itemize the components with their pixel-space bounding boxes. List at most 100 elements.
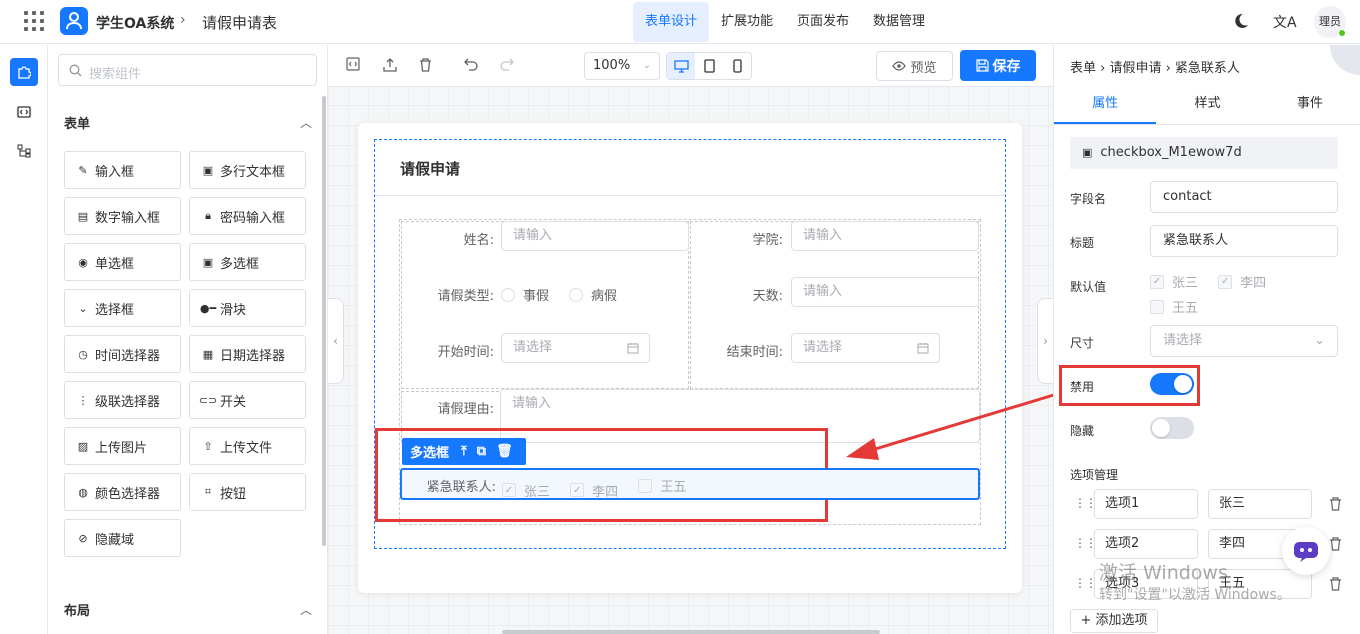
trash-icon[interactable] xyxy=(418,57,433,73)
check-icon: ✓ xyxy=(502,483,516,497)
switch-knob xyxy=(1152,419,1170,437)
checkbox-icon: ▣ xyxy=(202,255,214,269)
app-grid-icon[interactable] xyxy=(24,11,44,31)
component-search-input[interactable]: 搜索组件 xyxy=(58,54,317,86)
drag-handle-icon[interactable]: ⋮⋮ xyxy=(1074,536,1097,550)
tablet-view-button[interactable] xyxy=(695,53,723,79)
section-title-form[interactable]: 表单 xyxy=(64,113,90,132)
leave-type-label: 请假类型: xyxy=(437,289,494,304)
end-date-picker[interactable]: 请选择 xyxy=(791,333,940,363)
tab-styles[interactable]: 样式 xyxy=(1156,89,1258,124)
option-key-input[interactable]: 选项1 xyxy=(1094,489,1198,519)
contact-option-lisi[interactable]: ✓ 李四 xyxy=(570,481,618,500)
option-label: 张三 xyxy=(1172,276,1199,291)
nav-extensions[interactable]: 扩展功能 xyxy=(709,2,785,42)
component-time-picker[interactable]: ◷ 时间选择器 xyxy=(64,335,181,373)
drag-handle-icon[interactable]: ⋮⋮ xyxy=(1074,576,1097,590)
delete-option-icon[interactable] xyxy=(1329,497,1342,511)
search-icon xyxy=(69,64,82,77)
nav-publish[interactable]: 页面发布 xyxy=(785,2,861,42)
desktop-view-button[interactable] xyxy=(667,53,695,79)
contact-option-wangwu[interactable]: 王五 xyxy=(638,476,686,495)
canvas-horizontal-scrollbar[interactable] xyxy=(502,630,880,634)
device-switcher xyxy=(666,52,752,80)
zoom-select[interactable]: 100% ⌄ xyxy=(584,52,660,80)
nav-data-management[interactable]: 数据管理 xyxy=(861,2,937,42)
dark-mode-icon[interactable] xyxy=(1233,13,1249,33)
radio-sick-leave[interactable]: 病假 xyxy=(569,285,617,304)
size-select[interactable]: 请选择 ⌄ xyxy=(1150,325,1338,357)
name-input[interactable]: 请输入 xyxy=(501,221,689,251)
add-option-button[interactable]: + 添加选项 xyxy=(1070,609,1158,633)
app-title[interactable]: 学生OA系统 xyxy=(96,13,174,33)
code-view-icon[interactable] xyxy=(346,57,360,71)
radio-personal-leave[interactable]: 事假 xyxy=(501,285,549,304)
component-label: 时间选择器 xyxy=(95,348,161,364)
mobile-view-button[interactable] xyxy=(723,53,751,79)
delete-option-icon[interactable] xyxy=(1329,577,1342,591)
nav-form-design[interactable]: 表单设计 xyxy=(633,2,710,42)
collapse-left-panel-button[interactable]: ‹ xyxy=(328,298,344,384)
component-date-picker[interactable]: ▦ 日期选择器 xyxy=(189,335,306,373)
delete-icon[interactable]: 🗑︎ xyxy=(496,444,513,459)
save-button[interactable]: 保存 xyxy=(960,50,1036,81)
import-icon[interactable] xyxy=(382,57,398,73)
copy-icon[interactable]: ⧉ xyxy=(477,444,486,459)
component-password-input[interactable]: 🔒︎ 密码输入框 xyxy=(189,197,306,235)
component-upload-file[interactable]: ⇧ 上传文件 xyxy=(189,427,306,465)
preview-button[interactable]: 预览 xyxy=(876,51,953,81)
user-avatar[interactable]: 理员 xyxy=(1314,6,1346,38)
tab-properties[interactable]: 属性 xyxy=(1054,89,1157,124)
component-button[interactable]: ⌗ 按钮 xyxy=(189,473,306,511)
end-date-placeholder: 请选择 xyxy=(803,340,843,355)
hidden-switch[interactable] xyxy=(1150,417,1194,439)
contact-option-zhangsan[interactable]: ✓ 张三 xyxy=(502,481,550,500)
component-hidden-field[interactable]: ⊘ 隐藏域 xyxy=(64,519,181,557)
component-select[interactable]: ⌄ 选择框 xyxy=(64,289,181,327)
drag-handle-icon[interactable]: ⋮⋮ xyxy=(1074,496,1097,510)
undo-icon[interactable] xyxy=(463,57,479,71)
property-tabs: 属性 样式 事件 xyxy=(1054,89,1360,125)
component-upload-image[interactable]: ▨ 上传图片 xyxy=(64,427,181,465)
collapse-right-panel-button[interactable]: › xyxy=(1037,298,1053,384)
default-option-lisi[interactable]: ✓ 李四 xyxy=(1218,272,1266,291)
tab-events[interactable]: 事件 xyxy=(1259,89,1360,124)
translate-icon[interactable]: 文A xyxy=(1273,12,1297,32)
component-cascader[interactable]: ⋮ 级联选择器 xyxy=(64,381,181,419)
option-key-input[interactable]: 选项2 xyxy=(1094,529,1198,559)
slider-icon: ●━ xyxy=(199,301,217,315)
collapse-caret-icon[interactable]: ︿ xyxy=(300,601,312,618)
default-option-zhangsan[interactable]: ✓ 张三 xyxy=(1150,272,1198,291)
tree-tab-button[interactable] xyxy=(10,137,38,165)
start-date-picker[interactable]: 请选择 xyxy=(501,333,650,363)
option-value-input[interactable]: 张三 xyxy=(1208,489,1312,519)
component-switch[interactable]: ⊂⊃ 开关 xyxy=(189,381,306,419)
components-tab-button[interactable] xyxy=(10,58,38,86)
days-input[interactable]: 请输入 xyxy=(791,277,979,307)
code-tab-button[interactable] xyxy=(10,98,38,126)
radio-label: 事假 xyxy=(523,289,550,304)
component-number-input[interactable]: ▤ 数字输入框 xyxy=(64,197,181,235)
component-radio[interactable]: ◉ 单选框 xyxy=(64,243,181,281)
college-input[interactable]: 请输入 xyxy=(791,221,979,251)
default-option-wangwu[interactable]: 王五 xyxy=(1150,297,1198,316)
field-name-input[interactable]: contact xyxy=(1150,181,1338,213)
redo-icon[interactable] xyxy=(499,57,515,71)
panel-scrollbar[interactable] xyxy=(322,96,326,546)
component-label: 输入框 xyxy=(95,164,135,180)
component-input[interactable]: ✎ 输入框 xyxy=(64,151,181,189)
collapse-caret-icon[interactable]: ︿ xyxy=(300,114,312,131)
component-checkbox[interactable]: ▣ 多选框 xyxy=(189,243,306,281)
component-color-picker[interactable]: ◍ 颜色选择器 xyxy=(64,473,181,511)
move-to-top-icon[interactable]: ⤒ xyxy=(461,444,467,459)
component-textarea[interactable]: ▣ 多行文本框 xyxy=(189,151,306,189)
component-id-value: checkbox_M1ewow7d xyxy=(1100,145,1242,160)
size-label: 尺寸 xyxy=(1070,336,1095,350)
chat-assistant-button[interactable] xyxy=(1282,527,1330,575)
contact-checkbox-field[interactable]: 紧急联系人: ✓ 张三 ✓ 李四 王五 xyxy=(400,468,980,500)
section-title-layout[interactable]: 布局 xyxy=(64,600,90,619)
pencil-icon: ✎ xyxy=(78,163,88,177)
title-input[interactable]: 紧急联系人 xyxy=(1150,225,1338,257)
delete-option-icon[interactable] xyxy=(1329,537,1342,551)
component-slider[interactable]: ●━ 滑块 xyxy=(189,289,306,327)
